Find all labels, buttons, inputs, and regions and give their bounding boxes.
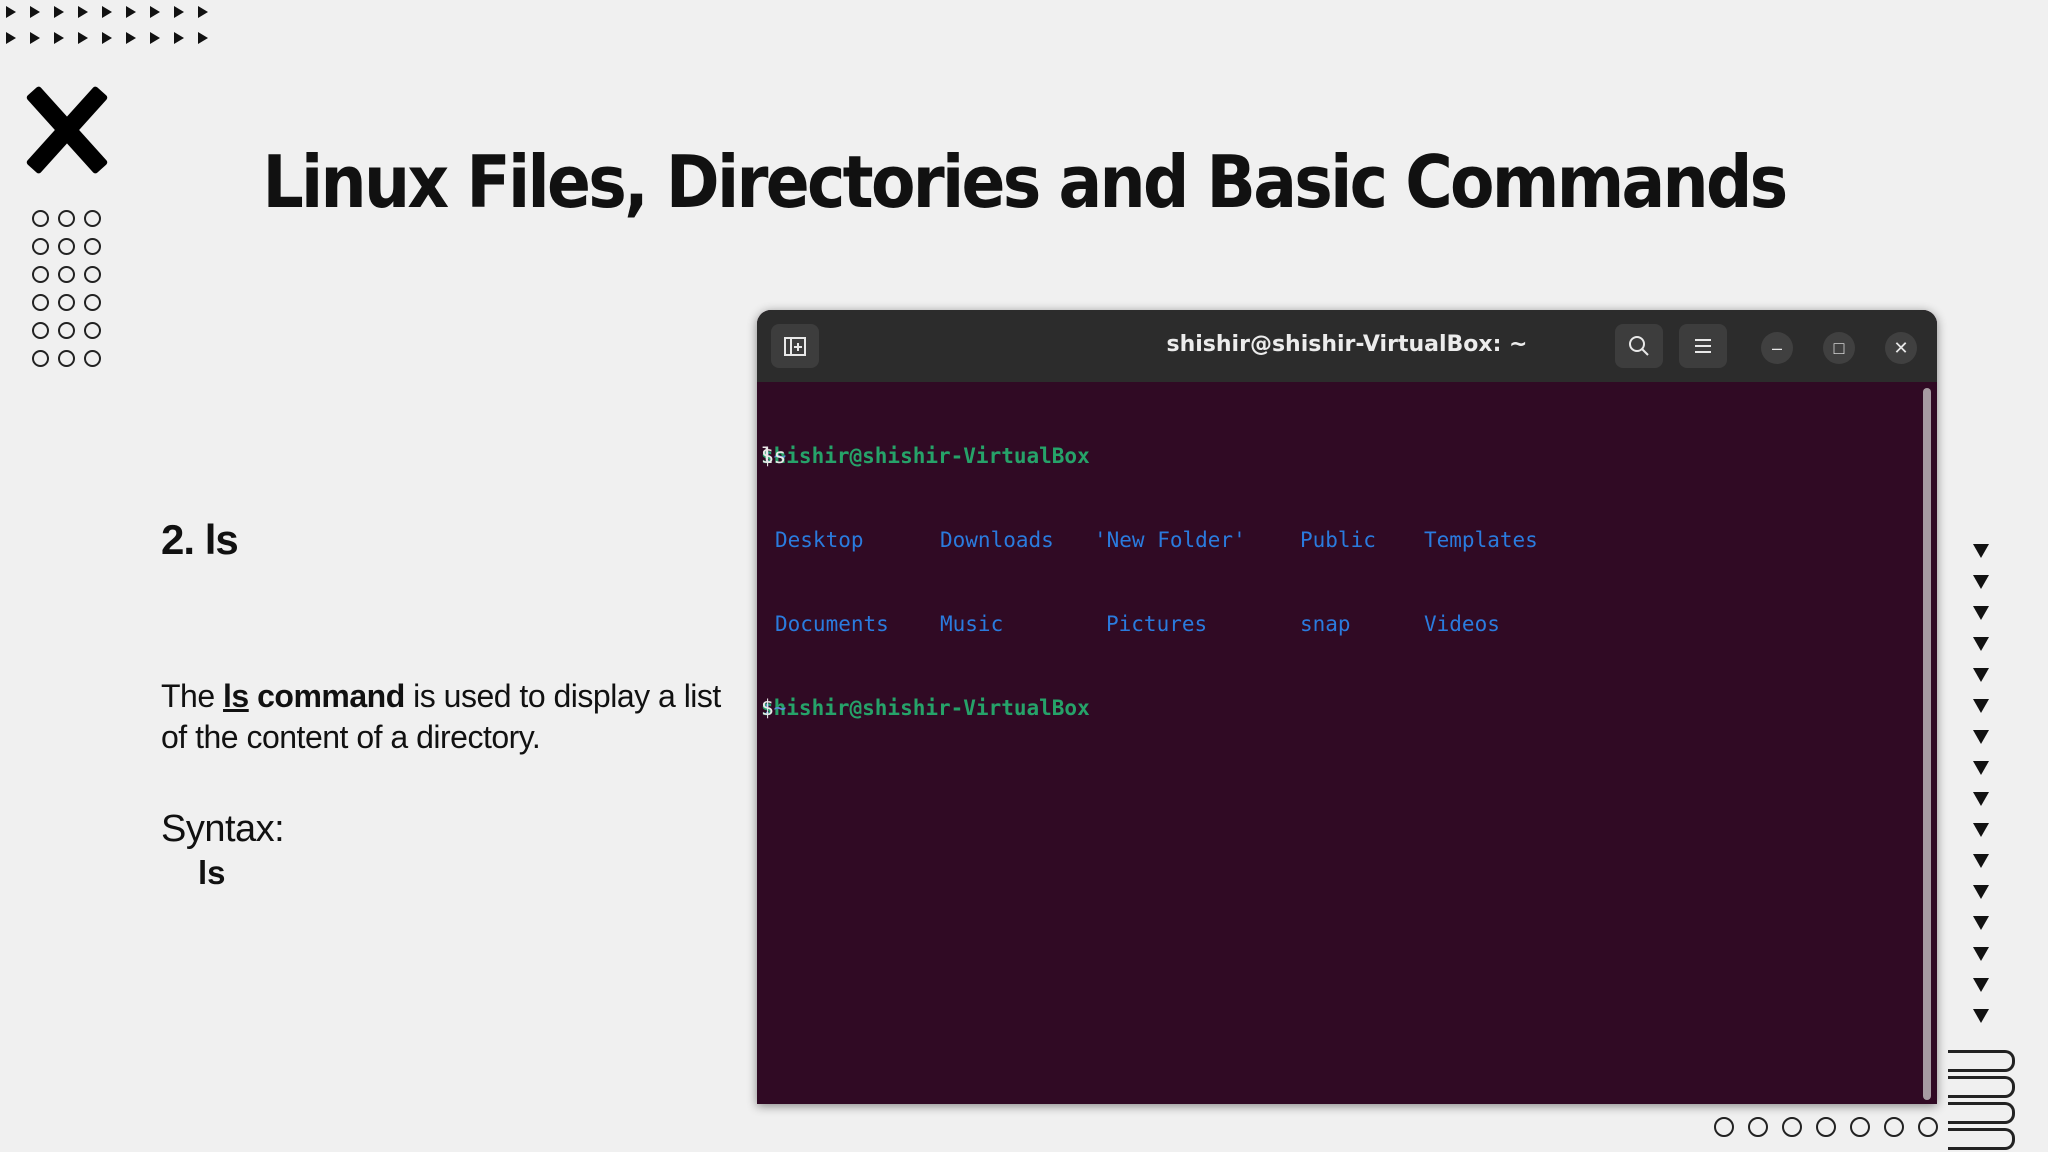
syntax-code: ls (198, 854, 226, 891)
minimize-button[interactable]: – (1761, 332, 1793, 364)
description-command-word: command (248, 678, 405, 714)
prompt-user: shishir@shishir-VirtualBox (761, 444, 1090, 468)
terminal-output[interactable]: shishir@shishir-VirtualBox:~ $ ls Desktop… (761, 386, 1919, 1104)
dir-entry: Documents (775, 612, 889, 636)
decorative-down-triangles (1973, 544, 1989, 1023)
close-button[interactable]: ✕ (1885, 332, 1917, 364)
description-prefix: The (161, 678, 224, 714)
dir-entry: snap (1300, 612, 1351, 636)
terminal-command-line: shishir@shishir-VirtualBox:~ $ ls (761, 442, 1919, 470)
dir-entry: Templates (1424, 528, 1538, 552)
section-title: 2. ls (161, 516, 239, 563)
decorative-x-icon (22, 82, 110, 178)
maximize-button[interactable]: □ (1823, 332, 1855, 364)
terminal-window-title: shishir@shishir-VirtualBox: ~ (1166, 332, 1528, 357)
decorative-coil (1948, 1050, 2015, 1150)
command-description: The ls command is used to display a list… (161, 676, 721, 758)
decorative-circle-grid (32, 210, 110, 367)
terminal-prompt-line: shishir@shishir-VirtualBox:~ $ (761, 694, 1919, 722)
slide-title: Linux Files, Directories and Basic Comma… (262, 140, 1788, 224)
search-icon[interactable] (1615, 324, 1663, 368)
terminal-command: ls (761, 444, 787, 468)
terminal-window[interactable]: shishir@shishir-VirtualBox: ~ – □ ✕ shis… (757, 310, 1937, 1104)
terminal-scrollbar[interactable] (1923, 388, 1931, 1100)
ls-output-row: Documents Music Pictures snap Videos (761, 610, 1919, 638)
ls-output-row: Desktop Downloads 'New Folder' Public Te… (761, 526, 1919, 554)
dir-entry: Videos (1424, 612, 1500, 636)
dir-entry: Downloads (940, 528, 1054, 552)
description-command: ls (223, 678, 249, 714)
prompt-symbol: $ (761, 696, 787, 720)
dir-entry: Pictures (1106, 612, 1208, 636)
dir-entry: Public (1300, 528, 1376, 552)
dir-entry: Desktop (775, 528, 864, 552)
syntax-label: Syntax: (161, 808, 285, 850)
dir-entry: 'New Folder' (1094, 528, 1246, 552)
prompt-user: shishir@shishir-VirtualBox (761, 696, 1090, 720)
decorative-triangle-grid (6, 6, 222, 44)
decorative-circle-row (1714, 1117, 1938, 1137)
hamburger-menu-icon[interactable] (1679, 324, 1727, 368)
terminal-titlebar[interactable]: shishir@shishir-VirtualBox: ~ – □ ✕ (757, 310, 1937, 382)
dir-entry: Music (940, 612, 1004, 636)
